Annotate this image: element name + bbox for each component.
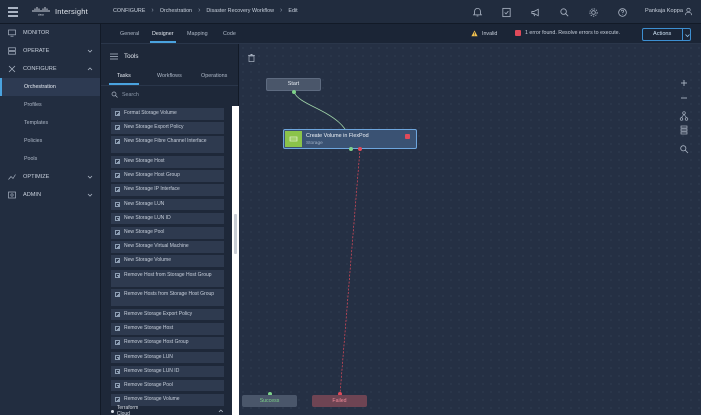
task-node-title: Create Volume in FlexPod [306, 133, 369, 139]
canvas-search-icon[interactable] [679, 144, 689, 154]
zoom-in-icon[interactable] [679, 78, 689, 88]
zoom-out-icon[interactable] [679, 93, 689, 103]
auto-layout-icon[interactable] [679, 111, 689, 121]
start-label: Start [287, 81, 300, 87]
align-icon[interactable] [679, 125, 689, 135]
task-node-create-volume[interactable]: Create Volume in FlexPod Storage [283, 129, 417, 149]
failed-node[interactable]: Failed [312, 395, 367, 407]
app-root: cisco Intersight CONFIGURE › Orchestrati… [0, 0, 701, 415]
storage-task-icon [285, 131, 302, 147]
task-node-subtitle: Storage [306, 141, 323, 146]
failed-label: Failed [332, 398, 347, 404]
failure-connector [339, 148, 361, 395]
start-output-port[interactable] [292, 90, 296, 94]
success-label: Success [259, 398, 280, 404]
node-success-port[interactable] [349, 147, 353, 151]
node-failure-port[interactable] [358, 147, 362, 151]
remove-node-icon[interactable] [405, 134, 410, 139]
workflow-connectors [293, 91, 361, 395]
success-node[interactable]: Success [242, 395, 297, 407]
